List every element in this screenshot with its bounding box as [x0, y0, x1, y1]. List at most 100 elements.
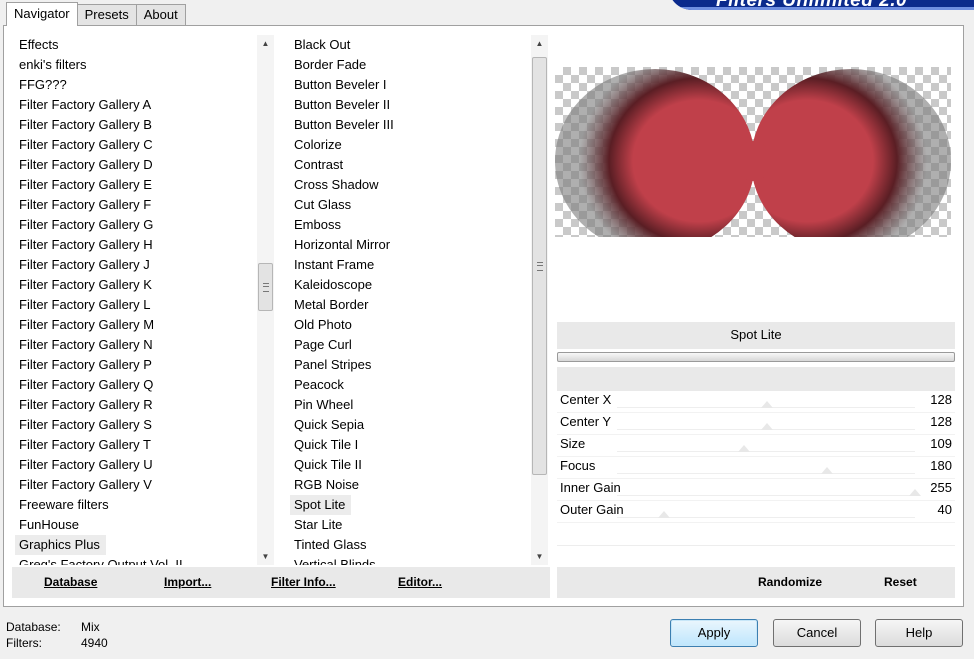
category-item[interactable]: Filter Factory Gallery P	[15, 355, 255, 375]
filter-item[interactable]: Instant Frame	[290, 255, 530, 275]
param-value[interactable]: 255	[930, 478, 952, 498]
scroll-down-arrow-icon[interactable]: ▼	[257, 548, 274, 565]
filter-item[interactable]: Page Curl	[290, 335, 530, 355]
param-value[interactable]: 128	[930, 390, 952, 410]
filter-item[interactable]: Quick Tile I	[290, 435, 530, 455]
filter-item[interactable]: Contrast	[290, 155, 530, 175]
filter-item[interactable]: Button Beveler I	[290, 75, 530, 95]
filter-item[interactable]: Button Beveler III	[290, 115, 530, 135]
category-item[interactable]: enki's filters	[15, 55, 255, 75]
filter-item[interactable]: Cut Glass	[290, 195, 530, 215]
filter-item[interactable]: Old Photo	[290, 315, 530, 335]
filter-item[interactable]: Pin Wheel	[290, 395, 530, 415]
filter-item[interactable]: RGB Noise	[290, 475, 530, 495]
filter-item[interactable]: Peacock	[290, 375, 530, 395]
category-item[interactable]: Filter Factory Gallery D	[15, 155, 255, 175]
category-item[interactable]: Filter Factory Gallery L	[15, 295, 255, 315]
param-slider-knob[interactable]	[821, 467, 834, 474]
category-item[interactable]: Filter Factory Gallery E	[15, 175, 255, 195]
cancel-button[interactable]: Cancel	[773, 619, 861, 647]
editor-button[interactable]: Editor...	[398, 575, 442, 589]
param-slider-knob[interactable]	[738, 445, 751, 452]
param-name: Size	[560, 436, 586, 451]
filter-info-button[interactable]: Filter Info...	[271, 575, 336, 589]
category-item[interactable]: Effects	[15, 35, 255, 55]
param-row[interactable]: Center Y 128	[557, 412, 955, 435]
category-item[interactable]: Filter Factory Gallery J	[15, 255, 255, 275]
category-item[interactable]: Filter Factory Gallery N	[15, 335, 255, 355]
filter-item[interactable]: Kaleidoscope	[290, 275, 530, 295]
filter-item[interactable]: Vertical Blinds	[290, 555, 530, 565]
filter-item[interactable]: Tinted Glass	[290, 535, 530, 555]
preview-image	[555, 67, 951, 237]
category-item[interactable]: Filter Factory Gallery S	[15, 415, 255, 435]
param-row[interactable]: Size 109	[557, 434, 955, 457]
param-row[interactable]: Focus 180	[557, 456, 955, 479]
category-item[interactable]: Filter Factory Gallery H	[15, 235, 255, 255]
category-item[interactable]: Filter Factory Gallery M	[15, 315, 255, 335]
filter-item[interactable]: Cross Shadow	[290, 175, 530, 195]
filter-item[interactable]: Horizontal Mirror	[290, 235, 530, 255]
param-slider-knob[interactable]	[760, 423, 773, 430]
filter-item[interactable]: Star Lite	[290, 515, 530, 535]
category-scrollbar[interactable]: ▲ ▼	[257, 35, 274, 565]
param-row[interactable]: Center X 128	[557, 390, 955, 413]
spot-lite-preview	[555, 69, 951, 237]
scrollbar-thumb[interactable]	[532, 57, 547, 475]
category-item[interactable]: Filter Factory Gallery K	[15, 275, 255, 295]
scroll-up-arrow-icon[interactable]: ▲	[531, 35, 548, 52]
apply-button[interactable]: Apply	[670, 619, 758, 647]
category-item[interactable]: Filter Factory Gallery U	[15, 455, 255, 475]
tab-presets[interactable]: Presets	[76, 4, 137, 25]
category-item[interactable]: Filter Factory Gallery V	[15, 475, 255, 495]
param-value[interactable]: 109	[930, 434, 952, 454]
category-item[interactable]: FFG???	[15, 75, 255, 95]
scroll-up-arrow-icon[interactable]: ▲	[257, 35, 274, 52]
category-item[interactable]: Filter Factory Gallery B	[15, 115, 255, 135]
param-slider-knob[interactable]	[909, 489, 921, 496]
category-item[interactable]: Filter Factory Gallery A	[15, 95, 255, 115]
filter-item[interactable]: Button Beveler II	[290, 95, 530, 115]
category-item[interactable]: Filter Factory Gallery C	[15, 135, 255, 155]
filter-item[interactable]: Quick Sepia	[290, 415, 530, 435]
randomize-button[interactable]: Randomize	[758, 575, 822, 589]
param-slider-track[interactable]	[617, 473, 915, 474]
filter-item[interactable]: Border Fade	[290, 55, 530, 75]
category-item[interactable]: Filter Factory Gallery R	[15, 395, 255, 415]
filter-list[interactable]: Black Out Border Fade Button Beveler I Butt…	[290, 35, 530, 565]
database-button[interactable]: Database	[44, 575, 97, 589]
filter-item[interactable]: Colorize	[290, 135, 530, 155]
filter-item[interactable]: Metal Border	[290, 295, 530, 315]
filter-item[interactable]: Emboss	[290, 215, 530, 235]
param-value[interactable]: 128	[930, 412, 952, 432]
category-item[interactable]: Filter Factory Gallery F	[15, 195, 255, 215]
category-item[interactable]: Freeware filters	[15, 495, 255, 515]
param-value[interactable]: 40	[938, 500, 952, 520]
param-slider-knob[interactable]	[657, 511, 670, 518]
filter-scrollbar[interactable]: ▲ ▼	[531, 35, 548, 565]
param-row[interactable]: Inner Gain 255	[557, 478, 955, 501]
category-item[interactable]: Greg's Factory Output Vol. II	[15, 555, 255, 565]
category-item[interactable]: Filter Factory Gallery G	[15, 215, 255, 235]
param-slider-track[interactable]	[617, 495, 915, 496]
param-row[interactable]: Outer Gain 40	[557, 500, 955, 523]
param-value[interactable]: 180	[930, 456, 952, 476]
import-button[interactable]: Import...	[164, 575, 211, 589]
filter-item[interactable]: Spot Lite	[290, 495, 352, 515]
reset-button[interactable]: Reset	[884, 575, 917, 589]
category-item[interactable]: Filter Factory Gallery T	[15, 435, 255, 455]
category-list[interactable]: Effects enki's filters FFG??? Filter Factor…	[15, 35, 255, 565]
tab-about[interactable]: About	[135, 4, 186, 25]
scrollbar-thumb[interactable]	[258, 263, 273, 311]
category-item[interactable]: FunHouse	[15, 515, 255, 535]
filter-item[interactable]: Quick Tile II	[290, 455, 530, 475]
filter-item[interactable]: Black Out	[290, 35, 530, 55]
category-item[interactable]: Graphics Plus	[15, 535, 106, 555]
help-button[interactable]: Help	[875, 619, 963, 647]
scroll-down-arrow-icon[interactable]: ▼	[531, 548, 548, 565]
filter-item[interactable]: Panel Stripes	[290, 355, 530, 375]
category-item[interactable]: Filter Factory Gallery Q	[15, 375, 255, 395]
tab-navigator[interactable]: Navigator	[6, 2, 78, 26]
param-slider-knob[interactable]	[760, 401, 773, 408]
param-slider-track[interactable]	[617, 451, 915, 452]
